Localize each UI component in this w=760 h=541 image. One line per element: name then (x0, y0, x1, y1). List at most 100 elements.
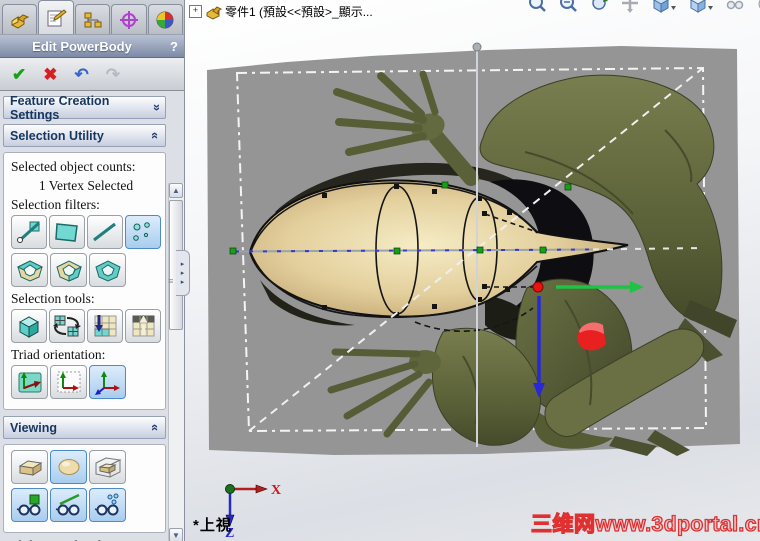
show-faces-button[interactable] (11, 488, 48, 522)
section-selection-utility[interactable]: Selection Utility « (3, 124, 166, 147)
redo-button: ↷ (105, 64, 120, 84)
panel-actions: ✔ ✖ ↶ ↷ (0, 58, 184, 91)
selected-counts-label: Selected object counts: (11, 159, 136, 174)
grow-selection-up-button[interactable] (125, 309, 161, 343)
view-orientation-label: *上視 (193, 517, 232, 534)
triad-on-face-icon (18, 372, 41, 393)
filter-all-button[interactable] (11, 215, 47, 249)
section-label: Feature Creation Settings (10, 93, 110, 122)
view-smooth-button[interactable] (50, 450, 87, 484)
smooth-egg-icon (58, 459, 79, 475)
confirm-button[interactable]: ✔ (12, 66, 26, 83)
view-cage-button[interactable] (11, 450, 48, 484)
panel-scrollbar[interactable]: ▲ ▼ (168, 183, 184, 541)
section-feature-creation-settings[interactable]: Feature Creation Settings « (3, 93, 166, 122)
filter-face-button[interactable] (49, 215, 85, 249)
filter-edge-icon (93, 222, 116, 242)
view-triad: X Z (225, 483, 281, 541)
triad-plane-button[interactable] (50, 365, 87, 399)
triad-2d-icon (57, 371, 80, 393)
grid-down-arrow-icon (94, 315, 117, 337)
flyout-arrow-icon: ▸ (180, 278, 185, 286)
cube-icon (18, 316, 40, 338)
triad-orientation-label: Triad orientation: (11, 347, 106, 362)
x-axis-label: X (271, 483, 281, 498)
feature-tree-item-label[interactable]: 零件1 (預設<<預設>_顯示... (225, 3, 373, 20)
section-label: Viewing (10, 420, 58, 435)
tab-appearances[interactable] (147, 4, 184, 34)
feature-tree-root[interactable]: + 零件1 (預設<<預設>_顯示... (189, 3, 373, 20)
tab-property-manager[interactable] (38, 0, 74, 34)
select-body-button[interactable] (11, 309, 47, 343)
display-style-icon[interactable] (688, 0, 714, 14)
flyout-arrow-icon: ▸ (180, 269, 185, 277)
viewing-group (3, 444, 166, 533)
show-vertices-button[interactable] (89, 488, 126, 522)
grow-selection-down-button[interactable] (87, 309, 123, 343)
view-cage-and-smooth-button[interactable] (89, 450, 126, 484)
panel-tab-bar (0, 0, 184, 35)
triad-normal-button[interactable] (11, 365, 48, 399)
property-manager-panel: Edit PowerBody ? ✔ ✖ ↶ ↷ Feature Creatio… (0, 0, 185, 541)
filter-shell-button[interactable] (89, 253, 126, 287)
pan-icon[interactable] (620, 0, 640, 14)
configurations-icon (84, 12, 102, 27)
tab-dimxpert[interactable] (111, 4, 147, 34)
scroll-down-button[interactable]: ▼ (169, 528, 183, 541)
appearance-sphere-icon[interactable] (756, 0, 760, 14)
chevron-up-icon: « (147, 131, 163, 140)
application-window: Edit PowerBody ? ✔ ✖ ↶ ↷ Feature Creatio… (0, 0, 760, 541)
y-axis-dot (225, 484, 235, 494)
filter-vertex-icon (133, 222, 150, 241)
flyout-arrow-icon: ▸ (180, 260, 185, 268)
section-viewing[interactable]: Viewing « (3, 416, 166, 439)
show-edges-button[interactable] (50, 488, 87, 522)
chevron-down-icon: « (147, 103, 163, 112)
cancel-button[interactable]: ✖ (43, 66, 57, 83)
hide-show-icon[interactable] (725, 0, 745, 14)
glasses-face-icon (16, 494, 40, 516)
zoom-fit-icon[interactable] (558, 0, 578, 14)
filter-loop-button[interactable] (11, 253, 48, 287)
rotate-view-icon[interactable] (589, 0, 609, 14)
panel-flyout-handle[interactable]: ▸ ▸ ▸ (176, 250, 190, 296)
axis-handle[interactable] (472, 42, 482, 52)
swap-grid-icon (53, 315, 81, 337)
tree-expand-icon[interactable]: + (189, 5, 202, 18)
view-toolbar-cut (527, 0, 760, 14)
grid-up-arrow-icon (132, 314, 155, 337)
chevron-up-icon: « (147, 423, 163, 432)
triad-orientation-row (11, 365, 161, 399)
open-bowl-teal-icon (94, 260, 121, 282)
triad-global-button[interactable] (89, 365, 126, 399)
filter-edge-button[interactable] (87, 215, 123, 249)
graphics-area[interactable]: + 零件1 (預設<<預設>_顯示... X Z *上視 三维网www.3dpo… (185, 0, 760, 541)
undo-button[interactable]: ↶ (75, 66, 89, 83)
swap-selection-button[interactable] (49, 309, 85, 343)
selection-tools-row (11, 309, 161, 343)
filter-vertex-button[interactable] (125, 215, 161, 249)
viewport-canvas[interactable]: X Z (185, 0, 760, 541)
view-orientation-icon[interactable] (651, 0, 677, 14)
filter-face-icon (55, 223, 78, 242)
open-bowl-beige-icon (16, 260, 43, 282)
tab-configurations[interactable] (74, 4, 111, 34)
selection-tools-label: Selection tools: (11, 291, 95, 306)
filter-all-icon (17, 221, 41, 243)
zoom-in-icon[interactable] (527, 0, 547, 14)
help-button[interactable]: ? (164, 39, 184, 54)
tab-part[interactable] (2, 4, 38, 34)
dimxpert-icon (119, 10, 138, 29)
selected-vertex-marker[interactable] (532, 281, 544, 293)
viewing-row-1 (11, 450, 161, 484)
section-label: Selection Utility (10, 128, 104, 143)
scroll-up-button[interactable]: ▲ (169, 183, 183, 198)
filter-ring-button[interactable] (50, 253, 87, 287)
cage-with-smooth-icon (95, 457, 122, 478)
panel-header: Edit PowerBody ? (0, 35, 184, 58)
selection-utility-group: Selected object counts: 1 Vertex Selecte… (3, 152, 166, 410)
splitter-grip[interactable]: ≡ (168, 276, 173, 286)
viewing-row-2 (11, 488, 161, 522)
part-icon (206, 5, 222, 20)
panel-body: Feature Creation Settings « Selection Ut… (0, 91, 184, 541)
